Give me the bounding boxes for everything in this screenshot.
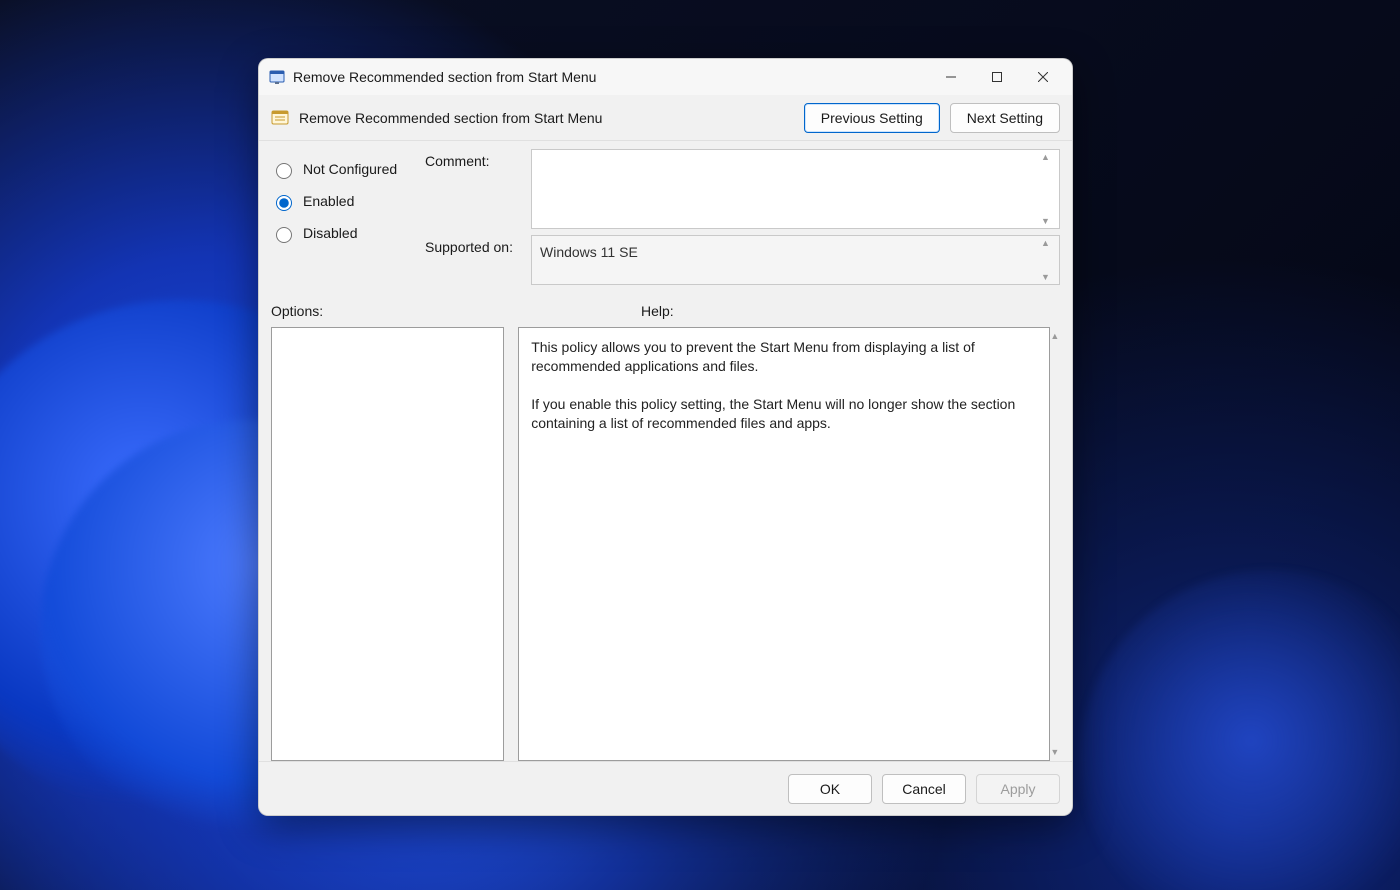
comment-label: Comment: xyxy=(425,149,521,169)
arrow-up-icon[interactable]: ▲ xyxy=(1041,238,1055,248)
options-panel[interactable] xyxy=(271,327,504,761)
radio-enabled[interactable]: Enabled xyxy=(271,185,411,217)
arrow-up-icon[interactable]: ▲ xyxy=(1041,152,1055,162)
comment-scroll[interactable]: ▲ ▼ xyxy=(1041,152,1055,226)
radio-disabled-input[interactable] xyxy=(276,227,292,243)
dialog-footer: OK Cancel Apply xyxy=(259,761,1072,815)
ok-button[interactable]: OK xyxy=(788,774,872,804)
arrow-up-icon[interactable]: ▲ xyxy=(1050,331,1059,341)
dialog-body: Not Configured Enabled Disabled Comment: xyxy=(259,141,1072,761)
help-label: Help: xyxy=(641,303,1060,319)
cancel-button[interactable]: Cancel xyxy=(882,774,966,804)
help-scrollbar[interactable]: ▲ ▼ xyxy=(1050,327,1060,761)
subheader: Remove Recommended section from Start Me… xyxy=(259,95,1072,141)
close-button[interactable] xyxy=(1020,61,1066,93)
supported-on-box: Windows 11 SE ▲ ▼ xyxy=(531,235,1060,285)
policy-item-icon xyxy=(271,109,289,127)
window-title: Remove Recommended section from Start Me… xyxy=(293,69,596,85)
radio-not-configured-label: Not Configured xyxy=(303,161,397,177)
desktop-background: Remove Recommended section from Start Me… xyxy=(0,0,1400,890)
apply-button[interactable]: Apply xyxy=(976,774,1060,804)
arrow-down-icon[interactable]: ▼ xyxy=(1050,747,1059,757)
supported-on-scroll[interactable]: ▲ ▼ xyxy=(1041,238,1055,282)
supported-on-value: Windows 11 SE xyxy=(540,244,638,260)
arrow-down-icon[interactable]: ▼ xyxy=(1041,272,1055,282)
radio-not-configured[interactable]: Not Configured xyxy=(271,153,411,185)
help-panel[interactable]: This policy allows you to prevent the St… xyxy=(518,327,1050,761)
maximize-button[interactable] xyxy=(974,61,1020,93)
next-setting-button[interactable]: Next Setting xyxy=(950,103,1060,133)
previous-setting-button[interactable]: Previous Setting xyxy=(804,103,940,133)
minimize-button[interactable] xyxy=(928,61,974,93)
radio-enabled-input[interactable] xyxy=(276,195,292,211)
radio-not-configured-input[interactable] xyxy=(276,163,292,179)
radio-enabled-label: Enabled xyxy=(303,193,354,209)
policy-app-icon xyxy=(269,69,285,85)
state-radio-group: Not Configured Enabled Disabled xyxy=(271,149,411,285)
comment-input[interactable]: ▲ ▼ xyxy=(531,149,1060,229)
policy-dialog: Remove Recommended section from Start Me… xyxy=(258,58,1073,816)
wallpaper-decoration xyxy=(1080,570,1400,890)
policy-name: Remove Recommended section from Start Me… xyxy=(299,110,602,126)
titlebar[interactable]: Remove Recommended section from Start Me… xyxy=(259,59,1072,95)
radio-disabled[interactable]: Disabled xyxy=(271,217,411,249)
options-label: Options: xyxy=(271,303,627,319)
radio-disabled-label: Disabled xyxy=(303,225,357,241)
supported-on-label: Supported on: xyxy=(425,235,521,255)
arrow-down-icon[interactable]: ▼ xyxy=(1041,216,1055,226)
